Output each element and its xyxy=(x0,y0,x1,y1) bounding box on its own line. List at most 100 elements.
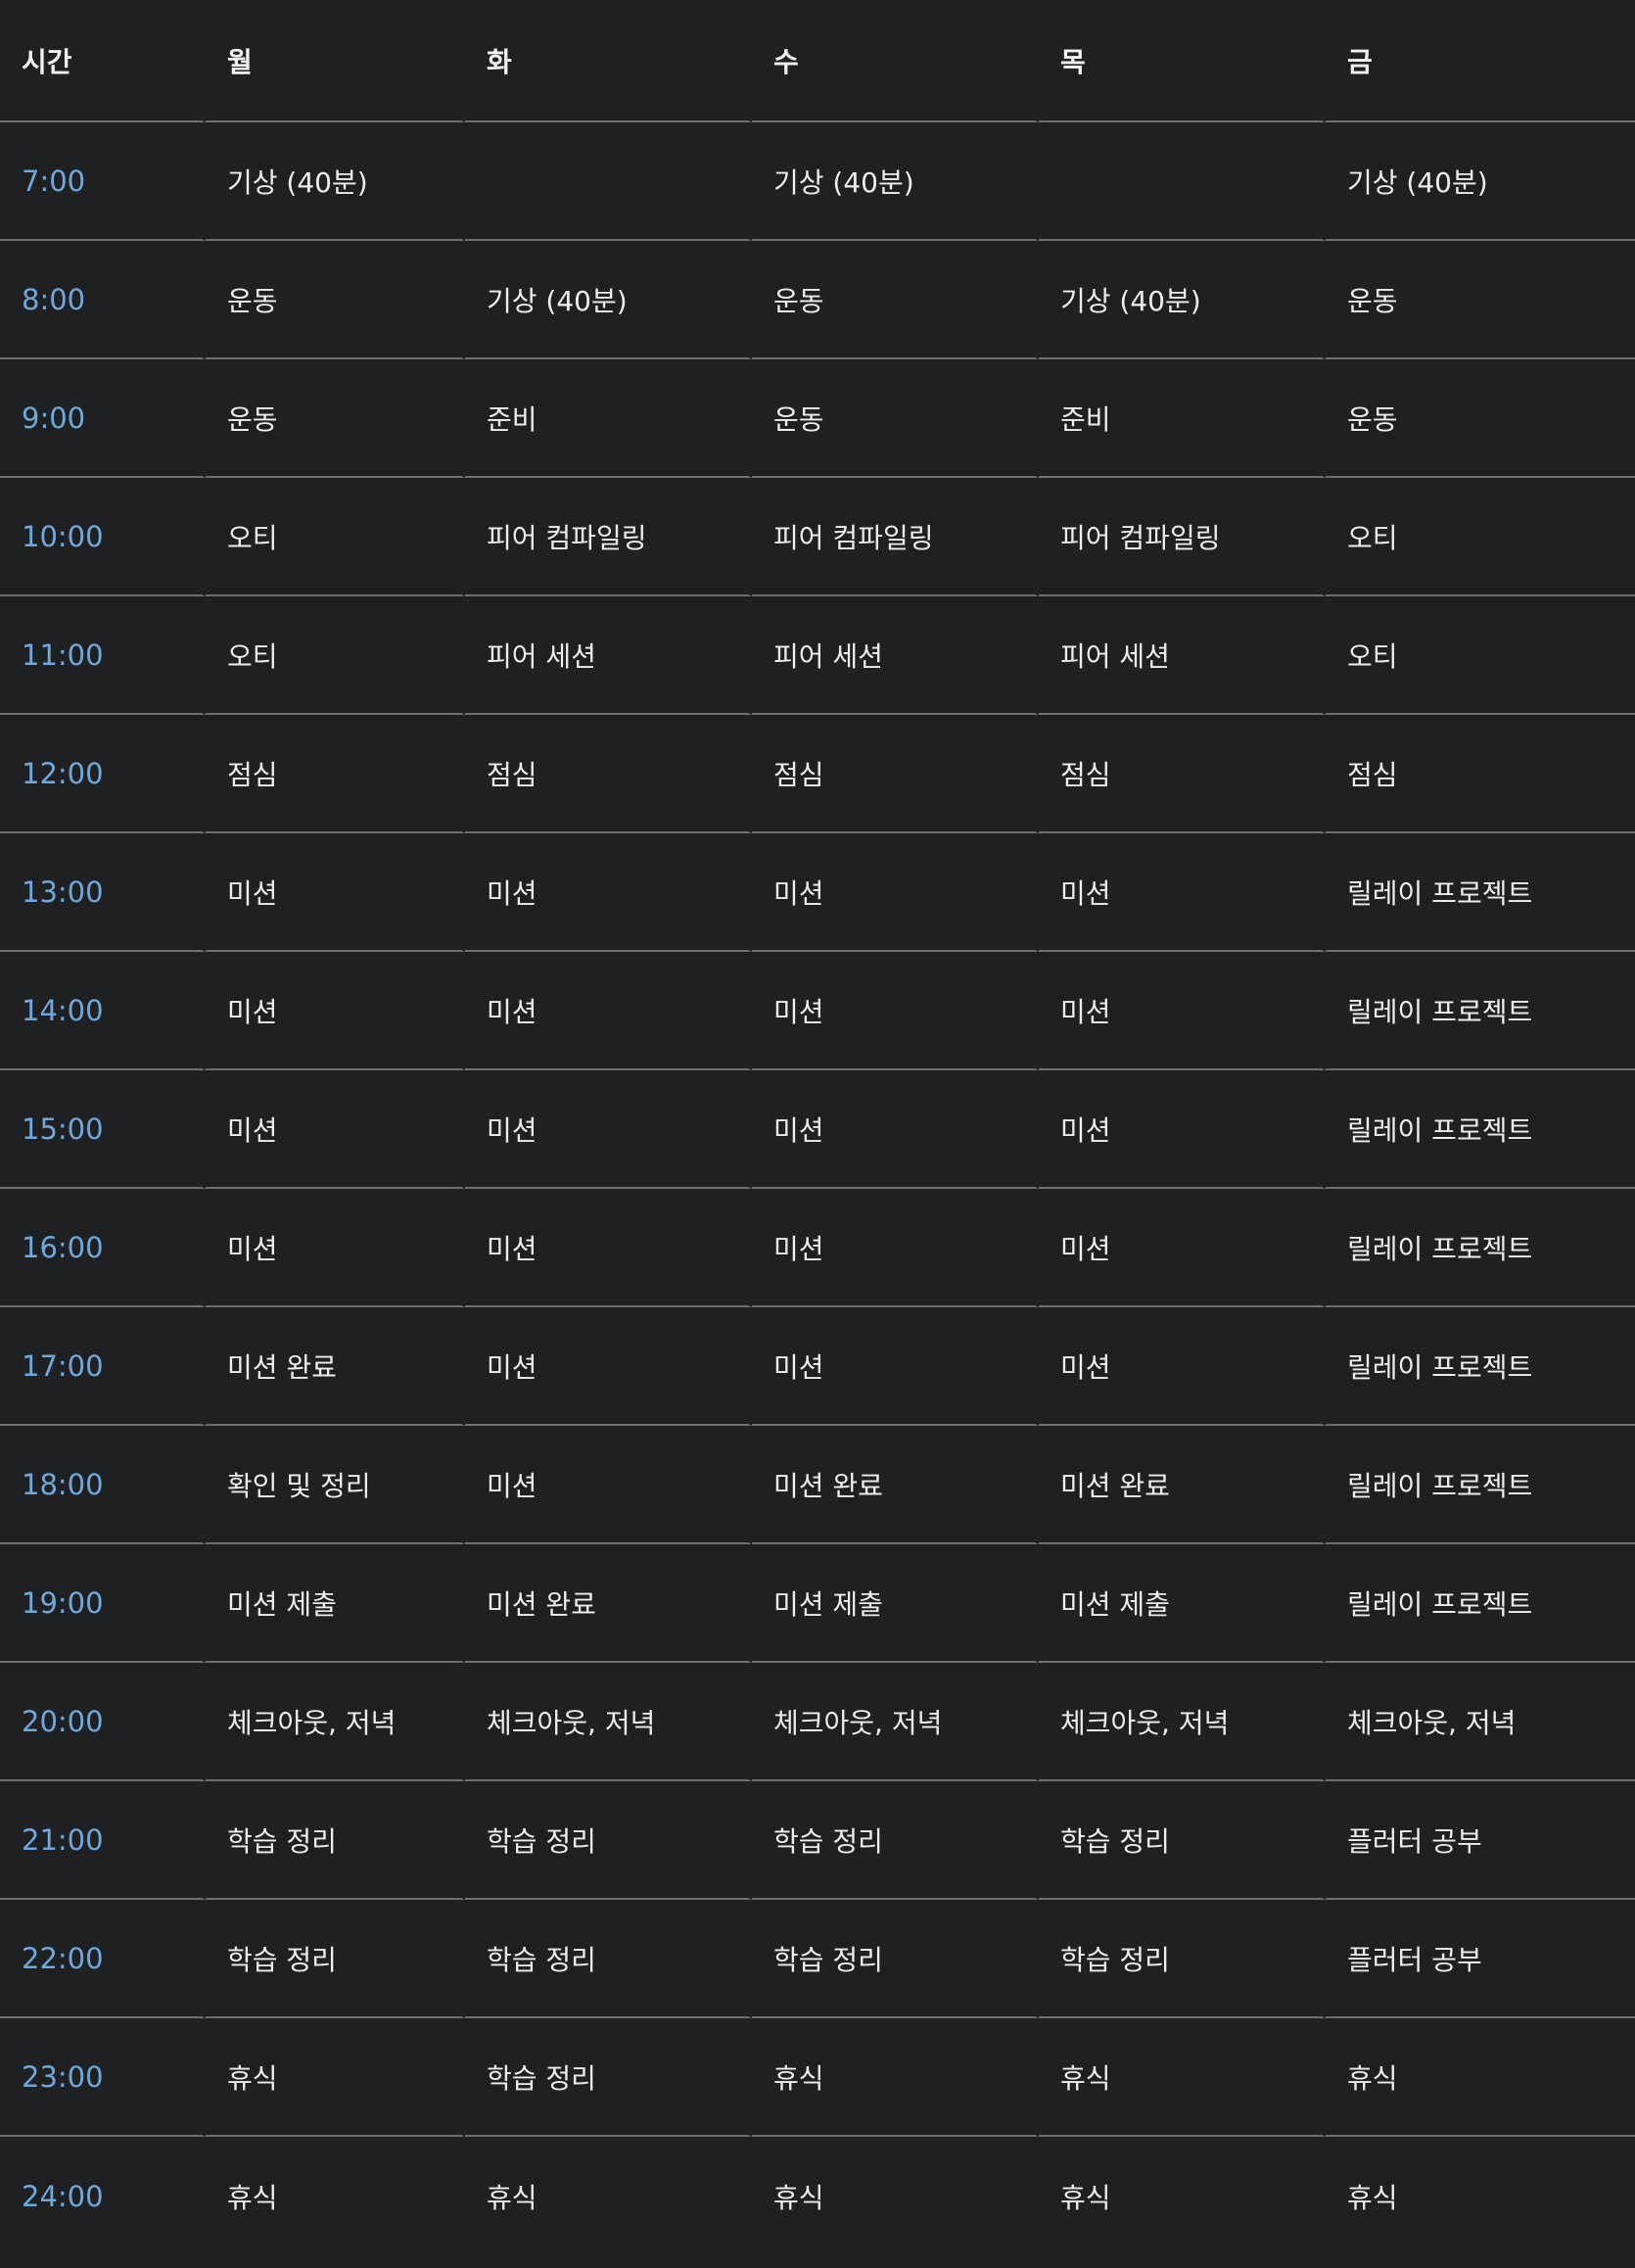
header-wed: 수 xyxy=(752,0,1039,122)
cell-wed: 점심 xyxy=(752,715,1039,833)
cell-tue: 미션 완료 xyxy=(465,1544,752,1663)
cell-thu: 미션 xyxy=(1039,833,1326,952)
table-row: 9:00 운동 준비 운동 준비 운동 xyxy=(0,359,1635,478)
table-row: 17:00 미션 완료 미션 미션 미션 릴레이 프로젝트 xyxy=(0,1307,1635,1426)
cell-wed: 미션 xyxy=(752,833,1039,952)
header-thu: 목 xyxy=(1039,0,1326,122)
cell-wed: 미션 완료 xyxy=(752,1426,1039,1544)
cell-wed: 운동 xyxy=(752,241,1039,359)
cell-fri: 릴레이 프로젝트 xyxy=(1326,952,1635,1070)
cell-thu: 학습 정리 xyxy=(1039,1900,1326,2018)
schedule-body: 7:00 기상 (40분) 기상 (40분) 기상 (40분) 8:00 운동 기상 (40… xyxy=(0,122,1635,2255)
cell-wed: 피어 컴파일링 xyxy=(752,478,1039,596)
cell-mon: 미션 xyxy=(206,1070,465,1189)
cell-thu: 미션 완료 xyxy=(1039,1426,1326,1544)
cell-fri: 오티 xyxy=(1326,478,1635,596)
cell-thu: 휴식 xyxy=(1039,2137,1326,2255)
cell-mon: 미션 xyxy=(206,952,465,1070)
cell-thu: 미션 제출 xyxy=(1039,1544,1326,1663)
time-cell: 17:00 xyxy=(0,1307,206,1426)
cell-wed: 미션 xyxy=(752,1070,1039,1189)
cell-wed: 미션 제출 xyxy=(752,1544,1039,1663)
table-row: 15:00 미션 미션 미션 미션 릴레이 프로젝트 xyxy=(0,1070,1635,1189)
cell-tue xyxy=(465,122,752,241)
cell-thu: 기상 (40분) xyxy=(1039,241,1326,359)
cell-mon: 오티 xyxy=(206,596,465,715)
table-row: 13:00 미션 미션 미션 미션 릴레이 프로젝트 xyxy=(0,833,1635,952)
cell-wed: 미션 xyxy=(752,952,1039,1070)
cell-tue: 미션 xyxy=(465,833,752,952)
time-cell: 22:00 xyxy=(0,1900,206,2018)
cell-fri: 릴레이 프로젝트 xyxy=(1326,1544,1635,1663)
cell-tue: 피어 컴파일링 xyxy=(465,478,752,596)
cell-tue: 학습 정리 xyxy=(465,2018,752,2137)
time-cell: 19:00 xyxy=(0,1544,206,1663)
table-row: 14:00 미션 미션 미션 미션 릴레이 프로젝트 xyxy=(0,952,1635,1070)
cell-thu: 휴식 xyxy=(1039,2018,1326,2137)
time-cell: 14:00 xyxy=(0,952,206,1070)
cell-wed: 미션 xyxy=(752,1307,1039,1426)
table-row: 21:00 학습 정리 학습 정리 학습 정리 학습 정리 플러터 공부 xyxy=(0,1781,1635,1900)
cell-mon: 휴식 xyxy=(206,2137,465,2255)
cell-tue: 미션 xyxy=(465,1307,752,1426)
cell-fri: 점심 xyxy=(1326,715,1635,833)
table-row: 10:00 오티 피어 컴파일링 피어 컴파일링 피어 컴파일링 오티 xyxy=(0,478,1635,596)
time-cell: 9:00 xyxy=(0,359,206,478)
cell-tue: 미션 xyxy=(465,1426,752,1544)
cell-wed: 학습 정리 xyxy=(752,1900,1039,2018)
header-tue: 화 xyxy=(465,0,752,122)
cell-fri: 릴레이 프로젝트 xyxy=(1326,1426,1635,1544)
cell-thu: 미션 xyxy=(1039,1189,1326,1307)
cell-wed: 미션 xyxy=(752,1189,1039,1307)
cell-fri: 릴레이 프로젝트 xyxy=(1326,833,1635,952)
time-cell: 10:00 xyxy=(0,478,206,596)
cell-wed: 휴식 xyxy=(752,2137,1039,2255)
cell-tue: 미션 xyxy=(465,952,752,1070)
cell-mon: 오티 xyxy=(206,478,465,596)
table-row: 22:00 학습 정리 학습 정리 학습 정리 학습 정리 플러터 공부 xyxy=(0,1900,1635,2018)
cell-thu xyxy=(1039,122,1326,241)
cell-fri: 운동 xyxy=(1326,241,1635,359)
cell-thu: 피어 세션 xyxy=(1039,596,1326,715)
cell-thu: 준비 xyxy=(1039,359,1326,478)
header-time: 시간 xyxy=(0,0,206,122)
cell-thu: 학습 정리 xyxy=(1039,1781,1326,1900)
cell-fri: 릴레이 프로젝트 xyxy=(1326,1189,1635,1307)
cell-mon: 체크아웃, 저녁 xyxy=(206,1663,465,1781)
time-cell: 12:00 xyxy=(0,715,206,833)
time-cell: 7:00 xyxy=(0,122,206,241)
header-mon: 월 xyxy=(206,0,465,122)
cell-fri: 릴레이 프로젝트 xyxy=(1326,1307,1635,1426)
cell-mon: 운동 xyxy=(206,241,465,359)
cell-thu: 미션 xyxy=(1039,1070,1326,1189)
cell-mon: 미션 제출 xyxy=(206,1544,465,1663)
time-cell: 23:00 xyxy=(0,2018,206,2137)
time-cell: 24:00 xyxy=(0,2137,206,2255)
cell-mon: 미션 xyxy=(206,833,465,952)
cell-mon: 기상 (40분) xyxy=(206,122,465,241)
table-row: 16:00 미션 미션 미션 미션 릴레이 프로젝트 xyxy=(0,1189,1635,1307)
cell-tue: 기상 (40분) xyxy=(465,241,752,359)
cell-fri: 체크아웃, 저녁 xyxy=(1326,1663,1635,1781)
cell-tue: 휴식 xyxy=(465,2137,752,2255)
cell-mon: 운동 xyxy=(206,359,465,478)
cell-tue: 피어 세션 xyxy=(465,596,752,715)
cell-tue: 미션 xyxy=(465,1070,752,1189)
cell-mon: 점심 xyxy=(206,715,465,833)
table-row: 8:00 운동 기상 (40분) 운동 기상 (40분) 운동 xyxy=(0,241,1635,359)
cell-fri: 기상 (40분) xyxy=(1326,122,1635,241)
cell-mon: 미션 xyxy=(206,1189,465,1307)
table-row: 12:00 점심 점심 점심 점심 점심 xyxy=(0,715,1635,833)
cell-tue: 학습 정리 xyxy=(465,1781,752,1900)
time-cell: 15:00 xyxy=(0,1070,206,1189)
table-row: 24:00 휴식 휴식 휴식 휴식 휴식 xyxy=(0,2137,1635,2255)
cell-mon: 미션 완료 xyxy=(206,1307,465,1426)
header-row: 시간 월 화 수 목 금 xyxy=(0,0,1635,122)
cell-tue: 학습 정리 xyxy=(465,1900,752,2018)
cell-wed: 피어 세션 xyxy=(752,596,1039,715)
time-cell: 18:00 xyxy=(0,1426,206,1544)
cell-wed: 학습 정리 xyxy=(752,1781,1039,1900)
time-cell: 13:00 xyxy=(0,833,206,952)
time-cell: 21:00 xyxy=(0,1781,206,1900)
time-cell: 20:00 xyxy=(0,1663,206,1781)
